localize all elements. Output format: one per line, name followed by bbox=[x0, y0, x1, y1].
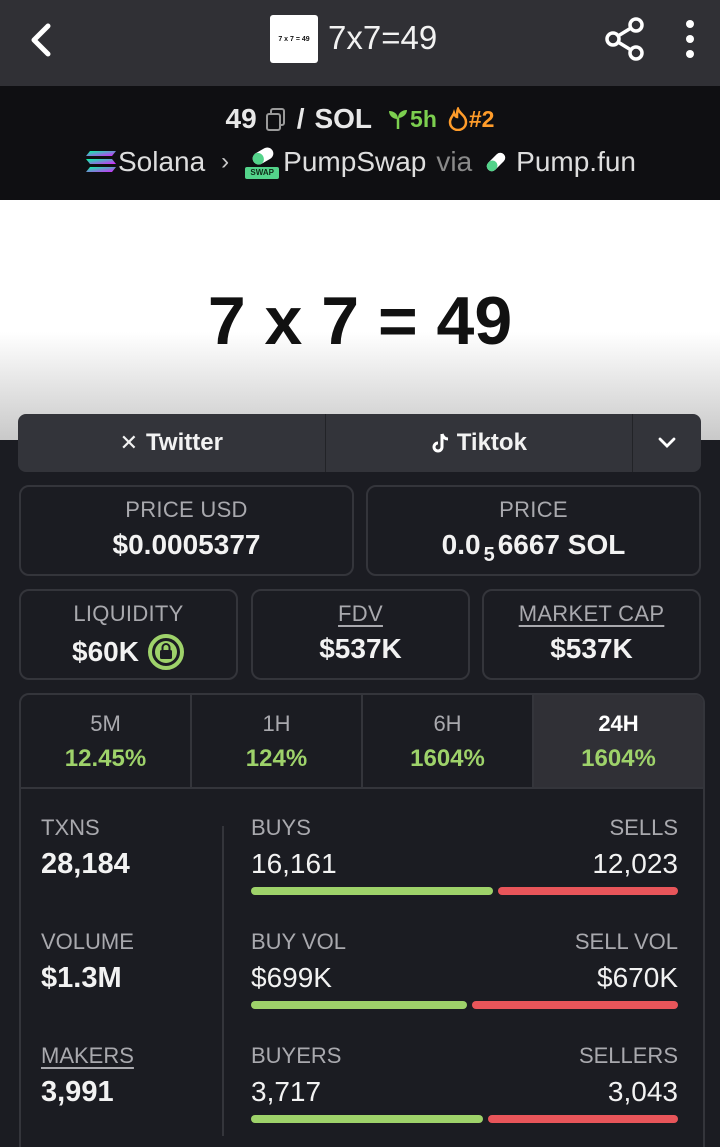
chevron-right-icon: › bbox=[221, 148, 230, 175]
price-sol-card: PRICE 0.0 5 6667 SOL bbox=[366, 485, 701, 576]
buyers-label: BUYERS bbox=[251, 1043, 342, 1068]
buys-value: 16,161 bbox=[251, 848, 337, 879]
buys-ratio-bar bbox=[251, 887, 493, 895]
twitter-label: Twitter bbox=[146, 429, 223, 456]
stats-divider bbox=[222, 826, 224, 1136]
sells-ratio-bar bbox=[498, 887, 678, 895]
makers-label[interactable]: MAKERS bbox=[41, 1043, 134, 1069]
price-usd-value: $0.0005377 bbox=[112, 529, 261, 560]
txns-value: 28,184 bbox=[41, 848, 130, 880]
buys-label: BUYS bbox=[251, 815, 311, 840]
pumpswap-badge: SWAP bbox=[245, 167, 280, 179]
pumpswap-icon: SWAP bbox=[245, 145, 280, 179]
market-cap-value: $537K bbox=[550, 633, 633, 664]
sellers-ratio-bar bbox=[488, 1115, 678, 1123]
period-label: 5M bbox=[90, 711, 121, 736]
buyers-ratio-bar bbox=[251, 1115, 483, 1123]
launchpad-name[interactable]: Pump.fun bbox=[516, 146, 636, 178]
period-change: 1604% bbox=[581, 745, 656, 772]
tab-6h[interactable]: 6H 1604% bbox=[363, 695, 534, 787]
top-app-bar: 7 x 7 = 49 7x7=49 bbox=[0, 0, 720, 86]
token-thumbnail: 7 x 7 = 49 bbox=[270, 15, 318, 63]
pair-separator: / bbox=[296, 103, 305, 134]
fdv-value: $537K bbox=[319, 633, 402, 664]
sprout-icon bbox=[389, 110, 408, 129]
pair-row: 49 / SOL 5h #2 bbox=[0, 100, 720, 138]
liquidity-value: $60K bbox=[72, 636, 139, 667]
tiktok-label: Tiktok bbox=[456, 429, 527, 456]
more-links-button[interactable] bbox=[633, 414, 701, 472]
twitter-button[interactable]: ✕ Twitter bbox=[18, 414, 326, 472]
chain-route-row: Solana › SWAP PumpSwap via Pump.fun bbox=[0, 142, 720, 182]
period-label: 1H bbox=[262, 711, 291, 736]
quote-symbol: SOL bbox=[314, 103, 373, 134]
x-icon: ✕ bbox=[119, 430, 139, 455]
share-icon[interactable] bbox=[602, 16, 648, 62]
buy-vol-label: BUY VOL bbox=[251, 929, 346, 954]
buyers-value: 3,717 bbox=[251, 1076, 322, 1107]
period-label: 24H bbox=[598, 711, 639, 736]
txns-label: TXNS bbox=[41, 815, 100, 840]
liquidity-value-row: $60K bbox=[21, 633, 236, 671]
tab-1h[interactable]: 1H 124% bbox=[192, 695, 363, 787]
liquidity-card: LIQUIDITY $60K bbox=[19, 589, 238, 680]
back-arrow-icon[interactable] bbox=[22, 20, 62, 60]
sellers-label: SELLERS bbox=[578, 1043, 678, 1068]
market-cap-card[interactable]: MARKET CAP $537K bbox=[482, 589, 701, 680]
price-sol-zero-count: 5 bbox=[483, 543, 495, 566]
trending-rank-value: #2 bbox=[468, 105, 495, 132]
solana-icon bbox=[85, 151, 116, 172]
makers-value: 3,991 bbox=[41, 1076, 114, 1108]
period-tabs: 5M 12.45% 1H 124% 6H 1604% 24H 1604% bbox=[19, 693, 705, 789]
dex-name[interactable]: PumpSwap bbox=[283, 146, 426, 178]
price-sol-value: 0.0 5 6667 SOL bbox=[368, 529, 699, 567]
sellers-value: 3,043 bbox=[607, 1076, 678, 1107]
copy-icon[interactable] bbox=[263, 106, 289, 132]
base-symbol: 49 bbox=[225, 103, 257, 134]
more-vertical-icon[interactable] bbox=[678, 18, 702, 60]
tab-24h[interactable]: 24H 1604% bbox=[534, 695, 703, 787]
period-change: 12.45% bbox=[64, 745, 147, 772]
sells-value: 12,023 bbox=[592, 848, 678, 879]
pair-age-value: 5h bbox=[410, 105, 437, 132]
period-change: 124% bbox=[245, 745, 308, 772]
chain-name[interactable]: Solana bbox=[118, 146, 205, 178]
sell-vol-label: SELL VOL bbox=[574, 929, 678, 954]
via-label: via bbox=[436, 146, 473, 177]
fire-icon bbox=[448, 107, 468, 131]
period-change: 1604% bbox=[410, 745, 485, 772]
chevron-down-icon bbox=[658, 437, 676, 448]
price-usd-label: PRICE USD bbox=[125, 497, 248, 522]
price-sol-prefix: 0.0 bbox=[441, 529, 481, 560]
pair-age: 5h bbox=[386, 106, 437, 133]
market-cap-label[interactable]: MARKET CAP bbox=[484, 601, 699, 627]
liquidity-label: LIQUIDITY bbox=[73, 601, 184, 626]
tiktok-icon bbox=[432, 433, 448, 453]
social-links: ✕ Twitter Tiktok bbox=[18, 414, 701, 472]
fdv-card[interactable]: FDV $537K bbox=[251, 589, 470, 680]
tiktok-button[interactable]: Tiktok bbox=[326, 414, 634, 472]
price-usd-card: PRICE USD $0.0005377 bbox=[19, 485, 354, 576]
volume-value: $1.3M bbox=[41, 962, 122, 994]
lock-icon[interactable] bbox=[147, 633, 185, 671]
sells-label: SELLS bbox=[609, 815, 679, 840]
price-sol-label: PRICE bbox=[499, 497, 568, 522]
trending-rank: #2 bbox=[447, 105, 495, 133]
sell-vol-value: $670K bbox=[597, 962, 678, 993]
token-title: 7x7=49 bbox=[328, 19, 438, 56]
banner-text: 7 x 7 = 49 bbox=[207, 283, 513, 359]
tab-5m[interactable]: 5M 12.45% bbox=[21, 695, 192, 787]
sell-vol-ratio-bar bbox=[472, 1001, 678, 1009]
buy-vol-value: $699K bbox=[251, 962, 332, 993]
fdv-label[interactable]: FDV bbox=[253, 601, 468, 627]
pill-icon bbox=[486, 152, 506, 172]
volume-label: VOLUME bbox=[41, 929, 134, 954]
period-label: 6H bbox=[433, 711, 462, 736]
buy-vol-ratio-bar bbox=[251, 1001, 467, 1009]
price-sol-digits: 6667 SOL bbox=[497, 529, 626, 560]
